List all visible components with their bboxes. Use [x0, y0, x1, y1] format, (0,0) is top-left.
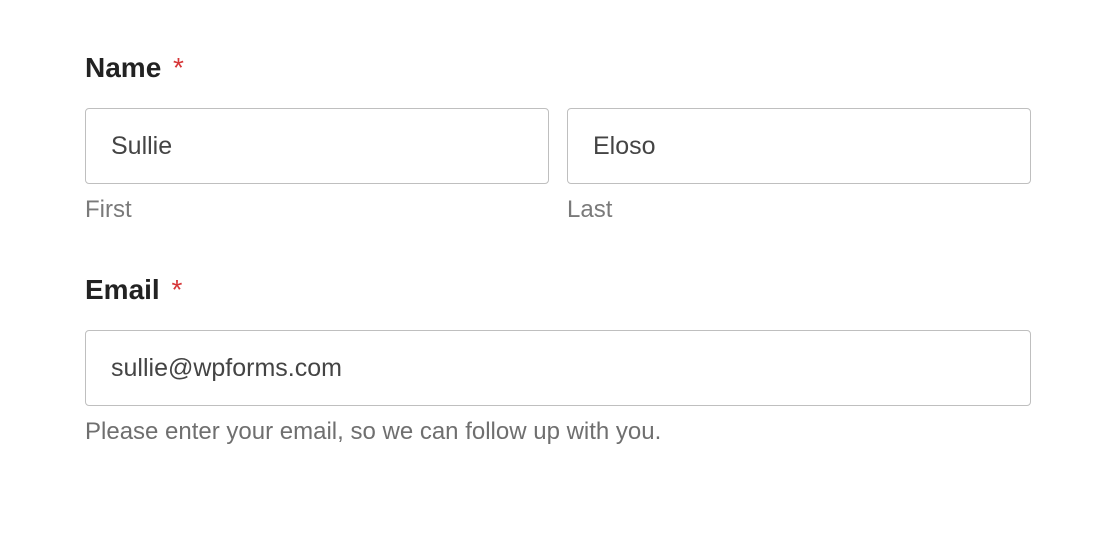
email-label-text: Email — [85, 274, 160, 305]
email-description: Please enter your email, so we can follo… — [85, 418, 1031, 446]
first-name-sublabel: First — [85, 196, 549, 224]
first-name-input[interactable] — [85, 108, 549, 184]
required-indicator: * — [171, 274, 182, 305]
name-row: First Last — [85, 108, 1031, 224]
email-label: Email * — [85, 274, 1031, 306]
required-indicator: * — [173, 52, 184, 83]
email-input[interactable] — [85, 330, 1031, 406]
name-label: Name * — [85, 52, 1031, 84]
last-name-sublabel: Last — [567, 196, 1031, 224]
email-field-group: Email * Please enter your email, so we c… — [85, 274, 1031, 446]
last-name-column: Last — [567, 108, 1031, 224]
first-name-column: First — [85, 108, 549, 224]
name-label-text: Name — [85, 52, 161, 83]
name-field-group: Name * First Last — [85, 52, 1031, 224]
last-name-input[interactable] — [567, 108, 1031, 184]
